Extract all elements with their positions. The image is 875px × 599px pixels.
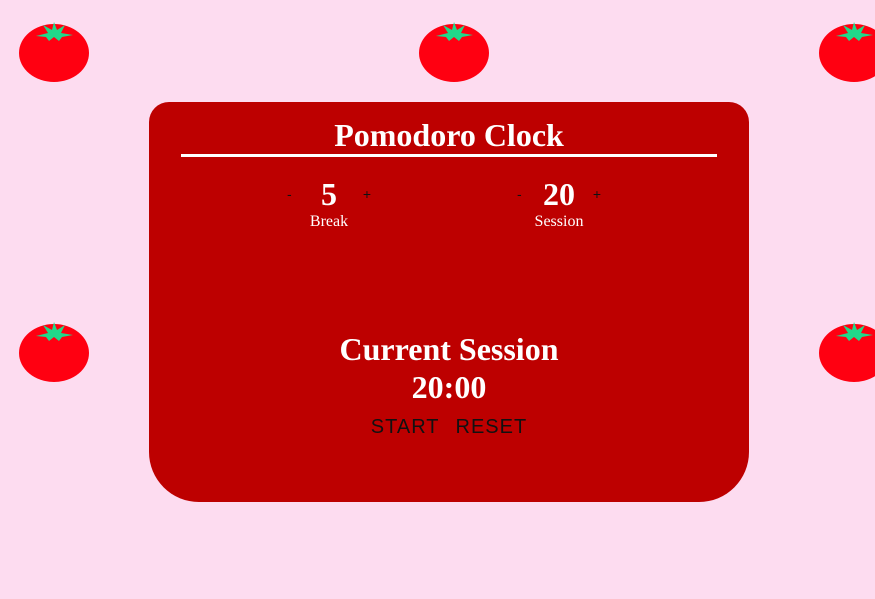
break-length-control: - 5 + Break — [249, 176, 409, 236]
tomato-icon — [18, 320, 90, 384]
tomato-icon — [818, 20, 875, 84]
tomato-icon — [418, 20, 490, 84]
session-length-control: - 20 + Session — [479, 176, 639, 236]
session-length-value: 20 — [543, 176, 575, 212]
title-divider — [181, 154, 717, 157]
tomato-icon — [18, 20, 90, 84]
start-button[interactable]: START — [365, 416, 446, 439]
break-increment-button[interactable]: + — [359, 186, 375, 202]
session-decrement-button[interactable]: - — [513, 186, 526, 202]
reset-button[interactable]: RESET — [450, 416, 534, 439]
timer-actions: START RESET — [149, 416, 749, 439]
timer-display: 20:00 — [411, 369, 487, 405]
session-increment-button[interactable]: + — [589, 186, 605, 202]
session-label: Session — [534, 213, 584, 230]
timer-label: Current Session — [339, 331, 559, 367]
page-title: Pomodoro Clock — [334, 117, 564, 153]
pomodoro-card: Pomodoro Clock - 5 + Break - 20 + Sessio… — [149, 102, 749, 502]
tomato-icon — [818, 320, 875, 384]
break-label: Break — [309, 213, 349, 230]
break-length-value: 5 — [321, 176, 337, 212]
break-decrement-button[interactable]: - — [283, 186, 296, 202]
